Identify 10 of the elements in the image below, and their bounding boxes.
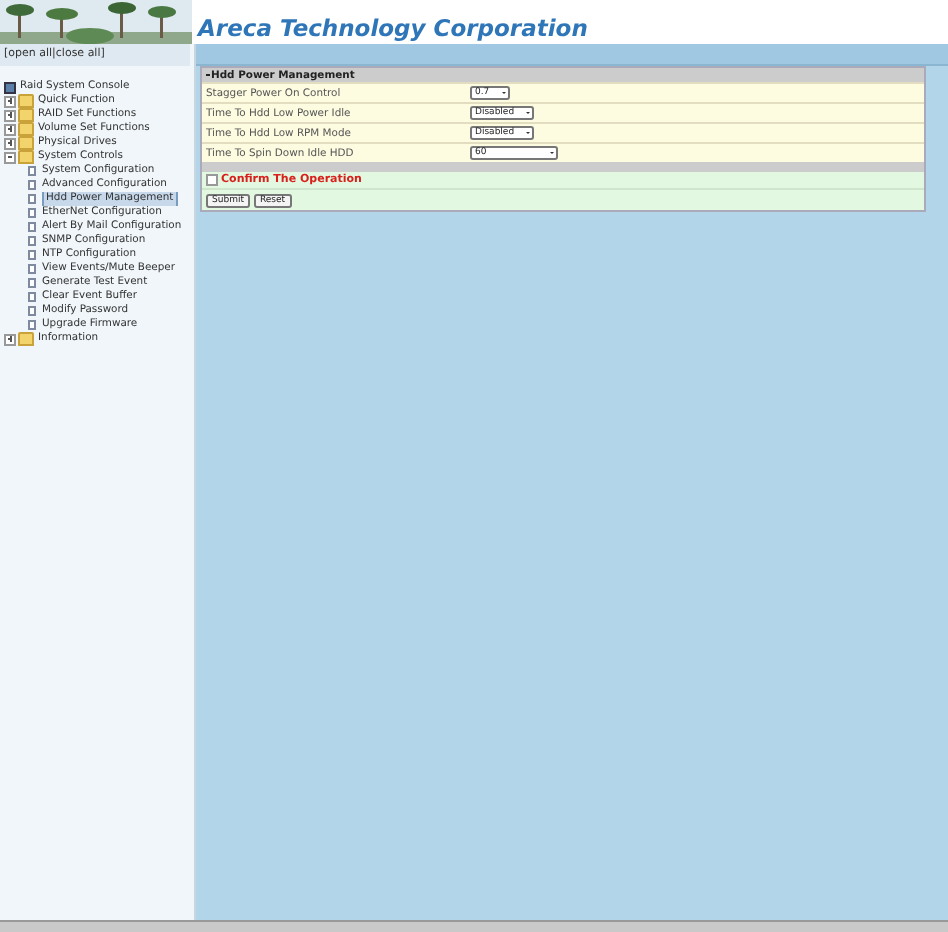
- computer-icon: [4, 81, 16, 93]
- checkbox[interactable]: [206, 174, 217, 186]
- plus-icon[interactable]: [4, 123, 16, 135]
- plus-icon[interactable]: [4, 95, 16, 107]
- site-title: Areca Technology Corporation: [198, 14, 588, 44]
- plus-icon[interactable]: [4, 109, 16, 121]
- folder-icon: [18, 332, 34, 346]
- minus-icon[interactable]: [4, 151, 16, 163]
- plus-icon[interactable]: [4, 137, 16, 149]
- plus-icon[interactable]: [4, 333, 16, 345]
